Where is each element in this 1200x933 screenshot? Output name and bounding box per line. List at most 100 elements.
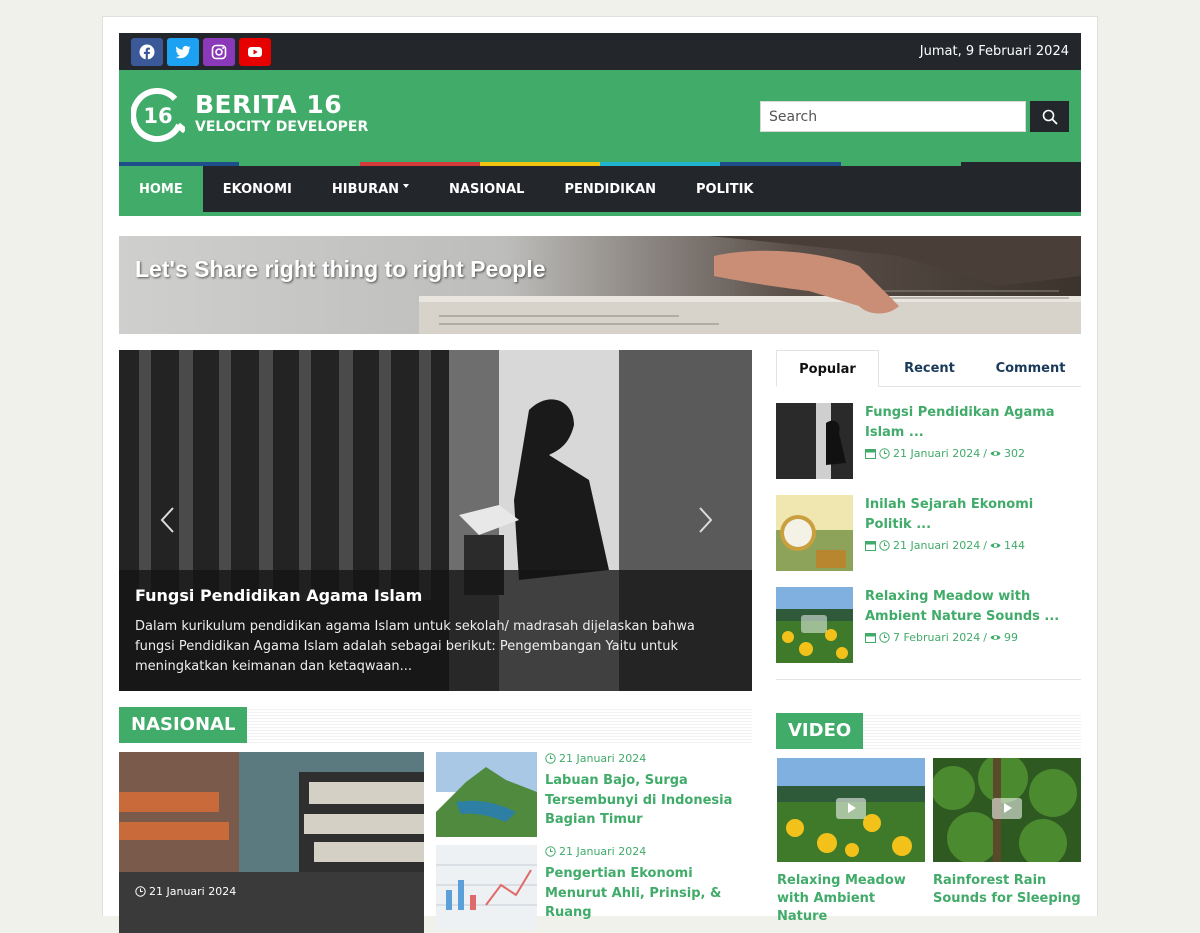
nav-item-politik[interactable]: POLITIK (676, 166, 773, 212)
tab-recent[interactable]: Recent (879, 350, 980, 386)
facebook-icon (139, 44, 155, 60)
twitter-icon (175, 45, 191, 59)
search-button[interactable] (1030, 101, 1069, 132)
section-title[interactable]: VIDEO (776, 713, 864, 749)
tab-comment[interactable]: Comment (980, 350, 1081, 386)
play-icon (992, 798, 1022, 819)
banner-text: Let's Share right thing to right People (135, 256, 546, 282)
nav-item-ekonomi[interactable]: EKONOMI (203, 166, 312, 212)
logo-subtitle: VELOCITY DEVELOPER (195, 119, 369, 135)
chevron-down-icon (403, 184, 410, 188)
list-item[interactable]: Relaxing Meadow with Ambient Nature Soun… (776, 587, 1081, 663)
post-title[interactable]: Pengertian Ekonomi Menurut Ahli, Prinsip… (545, 864, 752, 923)
post-thumbnail[interactable] (436, 752, 537, 837)
post-thumbnail[interactable] (776, 403, 853, 479)
post-title[interactable]: Labuan Bajo, Surga Tersembunyi di Indone… (545, 771, 752, 830)
post-date: 21 Januari 2024 (135, 885, 236, 898)
video-thumbnail[interactable] (777, 758, 925, 862)
play-icon (836, 798, 866, 819)
logo-number: 16 (143, 104, 172, 128)
section-title[interactable]: NASIONAL (119, 707, 248, 743)
post-title[interactable]: Fungsi Pendidikan Agama Islam ... (865, 403, 1081, 443)
post-date: 7 Februari 2024 (893, 631, 981, 644)
post-views: 144 (1003, 539, 1025, 552)
slide-caption: Fungsi Pendidikan Agama Islam Dalam kuri… (119, 570, 752, 691)
post-date-text: 21 Januari 2024 (559, 752, 647, 765)
list-item[interactable]: Fungsi Pendidikan Agama Islam ... 21 Jan… (776, 403, 1081, 479)
post-date-text: 21 Januari 2024 (559, 845, 647, 858)
video-thumbnail[interactable] (933, 758, 1081, 862)
page-container: Jumat, 9 Februari 2024 16 BERITA 16 VELO… (102, 16, 1098, 933)
slide-excerpt: Dalam kurikulum pendidikan agama Islam u… (135, 619, 695, 674)
post-date: 21 Januari 2024 (545, 845, 752, 858)
divider (776, 679, 1081, 680)
post-thumbnail[interactable] (436, 845, 537, 930)
site-header: 16 BERITA 16 VELOCITY DEVELOPER (119, 70, 1081, 162)
post-thumbnail[interactable] (776, 495, 853, 571)
youtube-link[interactable] (239, 38, 271, 66)
sidebar-tabs-widget: Popular Recent Comment Fungsi Pendidikan… (776, 350, 1081, 680)
post-views: 99 (1004, 631, 1018, 644)
current-date: Jumat, 9 Februari 2024 (919, 44, 1069, 59)
post-date: 21 Januari 2024 (893, 539, 981, 552)
nav-item-home[interactable]: HOME (119, 166, 203, 212)
slider-prev-button[interactable] (155, 500, 179, 540)
nav-item-hiburan[interactable]: HIBURAN (312, 166, 429, 212)
calendar-icon (865, 449, 876, 459)
main-nav: HOME EKONOMI HIBURAN NASIONAL PENDIDIKAN… (119, 166, 1081, 216)
facebook-link[interactable] (131, 38, 163, 66)
slider-next-button[interactable] (694, 500, 718, 540)
list-item[interactable]: 21 Januari 2024 Labuan Bajo, Surga Terse… (436, 752, 752, 837)
logo-emblem: 16 (130, 85, 187, 143)
video-item[interactable]: Relaxing Meadow with Ambient Nature (777, 758, 925, 926)
post-meta: 21 Januari 2024 / 302 (865, 447, 1081, 460)
social-links (131, 38, 271, 66)
eye-icon (990, 451, 1001, 456)
video-item[interactable]: Rainforest Rain Sounds for Sleeping (933, 758, 1081, 908)
meta-separator: / (983, 539, 987, 552)
clock-icon (879, 448, 890, 459)
section-header-nasional: NASIONAL (119, 707, 752, 743)
tab-popular[interactable]: Popular (776, 350, 879, 387)
nasional-featured-post[interactable]: 21 Januari 2024 (119, 752, 424, 933)
search-input[interactable] (760, 101, 1026, 132)
search-icon (1042, 109, 1058, 125)
post-title[interactable]: Relaxing Meadow with Ambient Nature Soun… (865, 587, 1081, 627)
chevron-left-icon (160, 507, 174, 533)
nav-item-pendidikan[interactable]: PENDIDIKAN (544, 166, 676, 212)
list-item[interactable]: Inilah Sejarah Ekonomi Politik ... 21 Ja… (776, 495, 1081, 571)
clock-icon (879, 632, 890, 643)
post-date: 21 Januari 2024 (545, 752, 752, 765)
instagram-icon (211, 44, 227, 60)
calendar-icon (865, 633, 876, 643)
eye-icon (990, 543, 1001, 548)
instagram-link[interactable] (203, 38, 235, 66)
meta-separator: / (983, 631, 987, 644)
youtube-icon (248, 47, 262, 57)
post-thumbnail[interactable] (776, 587, 853, 663)
post-views: 302 (1003, 447, 1025, 460)
post-meta: 21 Januari 2024 / 144 (865, 539, 1081, 552)
nav-item-nasional[interactable]: NASIONAL (429, 166, 544, 212)
clock-icon (545, 753, 556, 764)
chevron-right-icon (699, 507, 713, 533)
post-thumbnail (119, 752, 424, 933)
section-header-video: VIDEO (776, 713, 1081, 749)
banner-image (419, 236, 1081, 334)
post-date: 21 Januari 2024 (893, 447, 981, 460)
video-title[interactable]: Rainforest Rain Sounds for Sleeping (933, 872, 1081, 908)
calendar-icon (865, 541, 876, 551)
site-logo[interactable]: 16 BERITA 16 VELOCITY DEVELOPER (130, 85, 369, 143)
featured-slider[interactable]: Fungsi Pendidikan Agama Islam Dalam kuri… (119, 350, 752, 691)
post-date-text: 21 Januari 2024 (149, 885, 237, 898)
slide-title[interactable]: Fungsi Pendidikan Agama Islam (135, 586, 736, 605)
search-form (760, 101, 1069, 132)
list-item[interactable]: 21 Januari 2024 Pengertian Ekonomi Menur… (436, 845, 752, 930)
ad-banner[interactable]: Let's Share right thing to right People (119, 236, 1081, 334)
eye-icon (990, 635, 1001, 640)
clock-icon (545, 846, 556, 857)
video-title[interactable]: Relaxing Meadow with Ambient Nature (777, 872, 925, 926)
post-title[interactable]: Inilah Sejarah Ekonomi Politik ... (865, 495, 1081, 535)
twitter-link[interactable] (167, 38, 199, 66)
top-bar: Jumat, 9 Februari 2024 (119, 33, 1081, 70)
